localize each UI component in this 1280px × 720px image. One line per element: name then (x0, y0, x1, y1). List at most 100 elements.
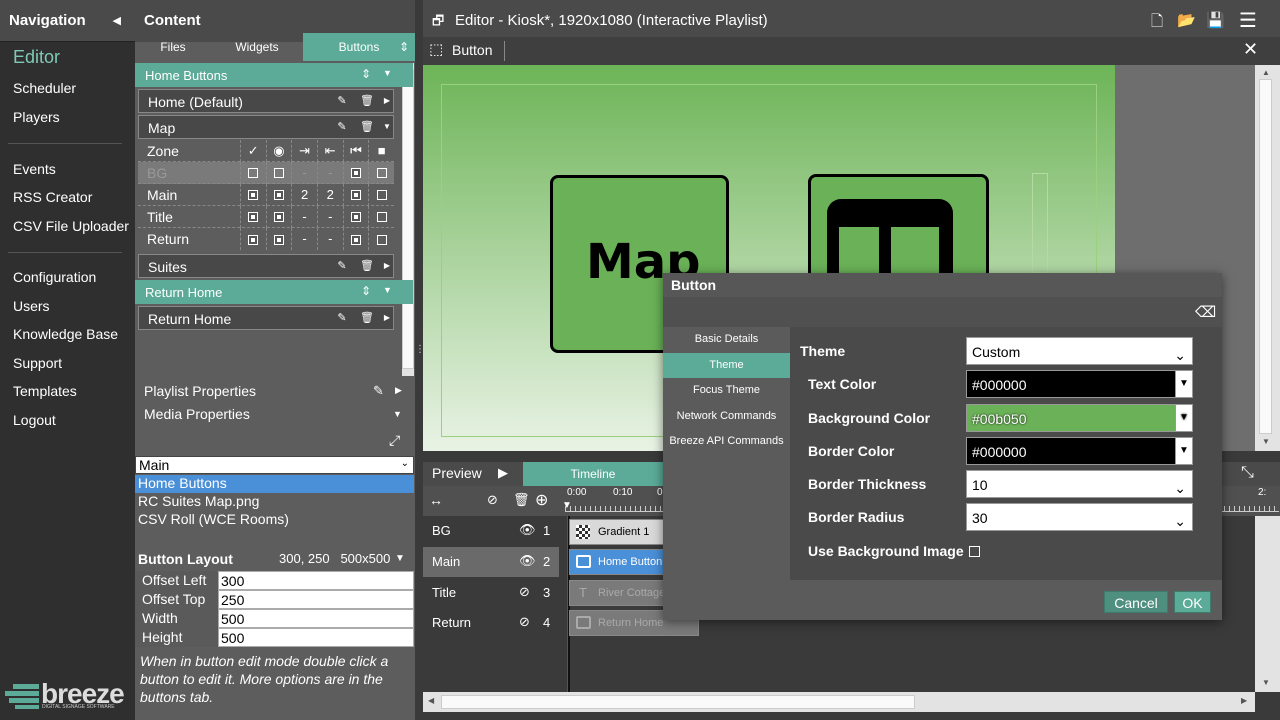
scroll-right-icon[interactable]: ▶ (1241, 696, 1247, 705)
offset-left-input[interactable]: 300 (218, 571, 414, 590)
layer-row-main[interactable]: Main 👁 2 (423, 547, 559, 577)
background-color-picker[interactable]: #00b050 ▼ (966, 404, 1193, 432)
add-layer-icon[interactable]: ⊕ (535, 490, 548, 510)
layer-row-return[interactable]: Return ⊘ 4 (423, 608, 559, 638)
nav-item-csv-uploader[interactable]: CSV File Uploader (13, 218, 129, 234)
scroll-up-icon[interactable]: ▲ (1262, 68, 1270, 77)
trash-icon[interactable]: 🗑 (513, 492, 530, 508)
dialog-tab-basic-details[interactable]: Basic Details (663, 327, 790, 353)
scroll-down-icon[interactable]: ▼ (1262, 678, 1270, 687)
nav-item-users[interactable]: Users (13, 298, 50, 314)
pencil-icon[interactable]: ✎ (336, 121, 348, 133)
offset-top-input[interactable]: 250 (218, 590, 414, 609)
zone-checkbox[interactable] (342, 228, 369, 250)
button-row-home-default[interactable]: Home (Default) ✎ 🗑 ▶ (138, 89, 394, 113)
expand-right-icon[interactable]: ▶ (381, 312, 393, 324)
layer-row-title[interactable]: Title ⊘ 3 (423, 578, 559, 608)
eraser-icon[interactable]: ⌫ (1195, 303, 1216, 321)
dialog-tab-theme[interactable]: Theme (663, 352, 790, 378)
dropdown-arrow-icon[interactable]: ▼ (1175, 438, 1192, 464)
trash-icon[interactable]: 🗑 (360, 95, 374, 107)
nav-item-events[interactable]: Events (13, 161, 56, 177)
new-file-icon[interactable]: 🗋 (1151, 11, 1163, 36)
zone-checkbox[interactable] (239, 228, 266, 250)
cancel-button[interactable]: Cancel (1104, 591, 1168, 613)
collapse-down-icon[interactable]: ▼ (381, 121, 393, 133)
fullscreen-icon[interactable]: ⤢ (389, 432, 400, 449)
media-properties-row[interactable]: Media Properties ▼ (135, 403, 415, 425)
zone-checkbox[interactable] (368, 161, 394, 184)
zone-visibility-checkbox[interactable] (265, 228, 292, 250)
expand-right-icon[interactable]: ▶ (395, 385, 402, 396)
group-return-home[interactable]: Return Home ⇕ ▼ (135, 280, 413, 304)
media-list-item[interactable]: CSV Roll (WCE Rooms) (135, 511, 414, 529)
canvas-button-return[interactable] (1032, 173, 1048, 273)
chevron-down-icon[interactable]: ▼ (395, 553, 405, 564)
zone-visibility-checkbox[interactable] (265, 205, 292, 228)
trash-icon[interactable]: 🗑 (360, 312, 374, 324)
move-icon[interactable]: ⇕ (361, 67, 371, 81)
zone-visibility-checkbox[interactable] (265, 161, 292, 184)
ok-button[interactable]: OK (1174, 591, 1211, 613)
expand-collapse-icon[interactable]: ⇕ (399, 33, 409, 61)
nav-item-rss-creator[interactable]: RSS Creator (13, 189, 92, 205)
move-icon[interactable]: ⇕ (361, 284, 371, 298)
play-icon[interactable]: ▶ (498, 465, 508, 481)
chevron-down-icon[interactable]: ▼ (383, 285, 392, 295)
dropdown-arrow-icon[interactable]: ▼ (1175, 371, 1192, 397)
menu-icon[interactable]: ☰ (1239, 8, 1257, 33)
text-color-picker[interactable]: #000000 ▼ (966, 370, 1193, 398)
canvas-vertical-scrollbar[interactable]: ▲ ▼ (1255, 65, 1280, 451)
button-row-return-home[interactable]: Return Home ✎ 🗑 ▶ (138, 306, 394, 330)
button-row-map[interactable]: Map ✎ 🗑 ▼ (138, 115, 394, 139)
pencil-icon[interactable]: ✎ (373, 383, 384, 399)
width-input[interactable]: 500 (218, 609, 414, 628)
border-thickness-select[interactable]: 10 ⌄ (966, 470, 1193, 498)
group-home-buttons[interactable]: Home Buttons ⇕ ▼ (135, 63, 413, 87)
zone-checkbox[interactable] (239, 183, 266, 206)
use-background-image-checkbox[interactable] (969, 546, 980, 557)
trash-icon[interactable]: 🗑 (360, 260, 374, 272)
playlist-properties-row[interactable]: Playlist Properties ✎ ▶ (135, 380, 415, 402)
scroll-left-icon[interactable]: ◀ (428, 696, 434, 705)
expand-right-icon[interactable]: ▶ (381, 95, 393, 107)
timeline-splitter[interactable] (559, 516, 568, 692)
trash-icon[interactable]: 🗑 (360, 121, 374, 133)
zone-checkbox[interactable] (239, 205, 266, 228)
zone-visibility-checkbox[interactable] (265, 183, 292, 206)
chevron-down-icon[interactable]: ▼ (393, 409, 402, 419)
eye-icon[interactable]: 👁 (519, 522, 536, 538)
eye-hidden-icon[interactable]: ⊘ (519, 584, 530, 600)
pencil-icon[interactable]: ✎ (336, 312, 348, 324)
nav-item-scheduler[interactable]: Scheduler (13, 80, 76, 96)
scrollbar-thumb[interactable] (441, 695, 915, 709)
dropdown-arrow-icon[interactable]: ▼ (1175, 405, 1192, 431)
scroll-down-icon[interactable]: ▼ (1262, 437, 1270, 446)
zone-checkbox[interactable] (239, 161, 266, 184)
buttons-list-scrollbar[interactable] (402, 63, 414, 376)
collapse-icon[interactable]: ⤡ (1241, 464, 1254, 482)
expand-right-icon[interactable]: ▶ (381, 260, 393, 272)
panel-splitter[interactable]: ⋮ (415, 345, 425, 375)
zone-checkbox[interactable] (342, 183, 369, 206)
nav-item-support[interactable]: Support (13, 355, 62, 371)
border-color-picker[interactable]: #000000 ▼ (966, 437, 1193, 465)
nav-item-editor[interactable]: Editor (13, 47, 60, 68)
hide-all-icon[interactable]: ⊘ (487, 492, 498, 508)
dialog-tab-focus-theme[interactable]: Focus Theme (663, 378, 790, 404)
zone-select[interactable]: Main ⌄ (135, 456, 414, 474)
media-list-item[interactable]: RC Suites Map.png (135, 493, 414, 511)
navigation-header[interactable]: Navigation ◀ (0, 0, 135, 42)
timeline-horizontal-scrollbar[interactable]: ◀ ▶ (423, 692, 1255, 712)
nav-item-templates[interactable]: Templates (13, 383, 77, 399)
nav-item-players[interactable]: Players (13, 109, 60, 125)
eye-hidden-icon[interactable]: ⊘ (519, 614, 530, 630)
height-input[interactable]: 500 (218, 628, 414, 647)
dialog-tab-breeze-api-commands[interactable]: Breeze API Commands (663, 429, 790, 455)
border-radius-select[interactable]: 30 ⌄ (966, 503, 1193, 531)
zone-checkbox[interactable] (368, 228, 394, 250)
theme-select[interactable]: Custom ⌄ (966, 337, 1193, 365)
tab-timeline[interactable]: Timeline (523, 462, 663, 486)
open-folder-icon[interactable]: 📂 (1177, 11, 1196, 29)
tab-buttons[interactable]: Buttons ⇕ (303, 33, 415, 61)
